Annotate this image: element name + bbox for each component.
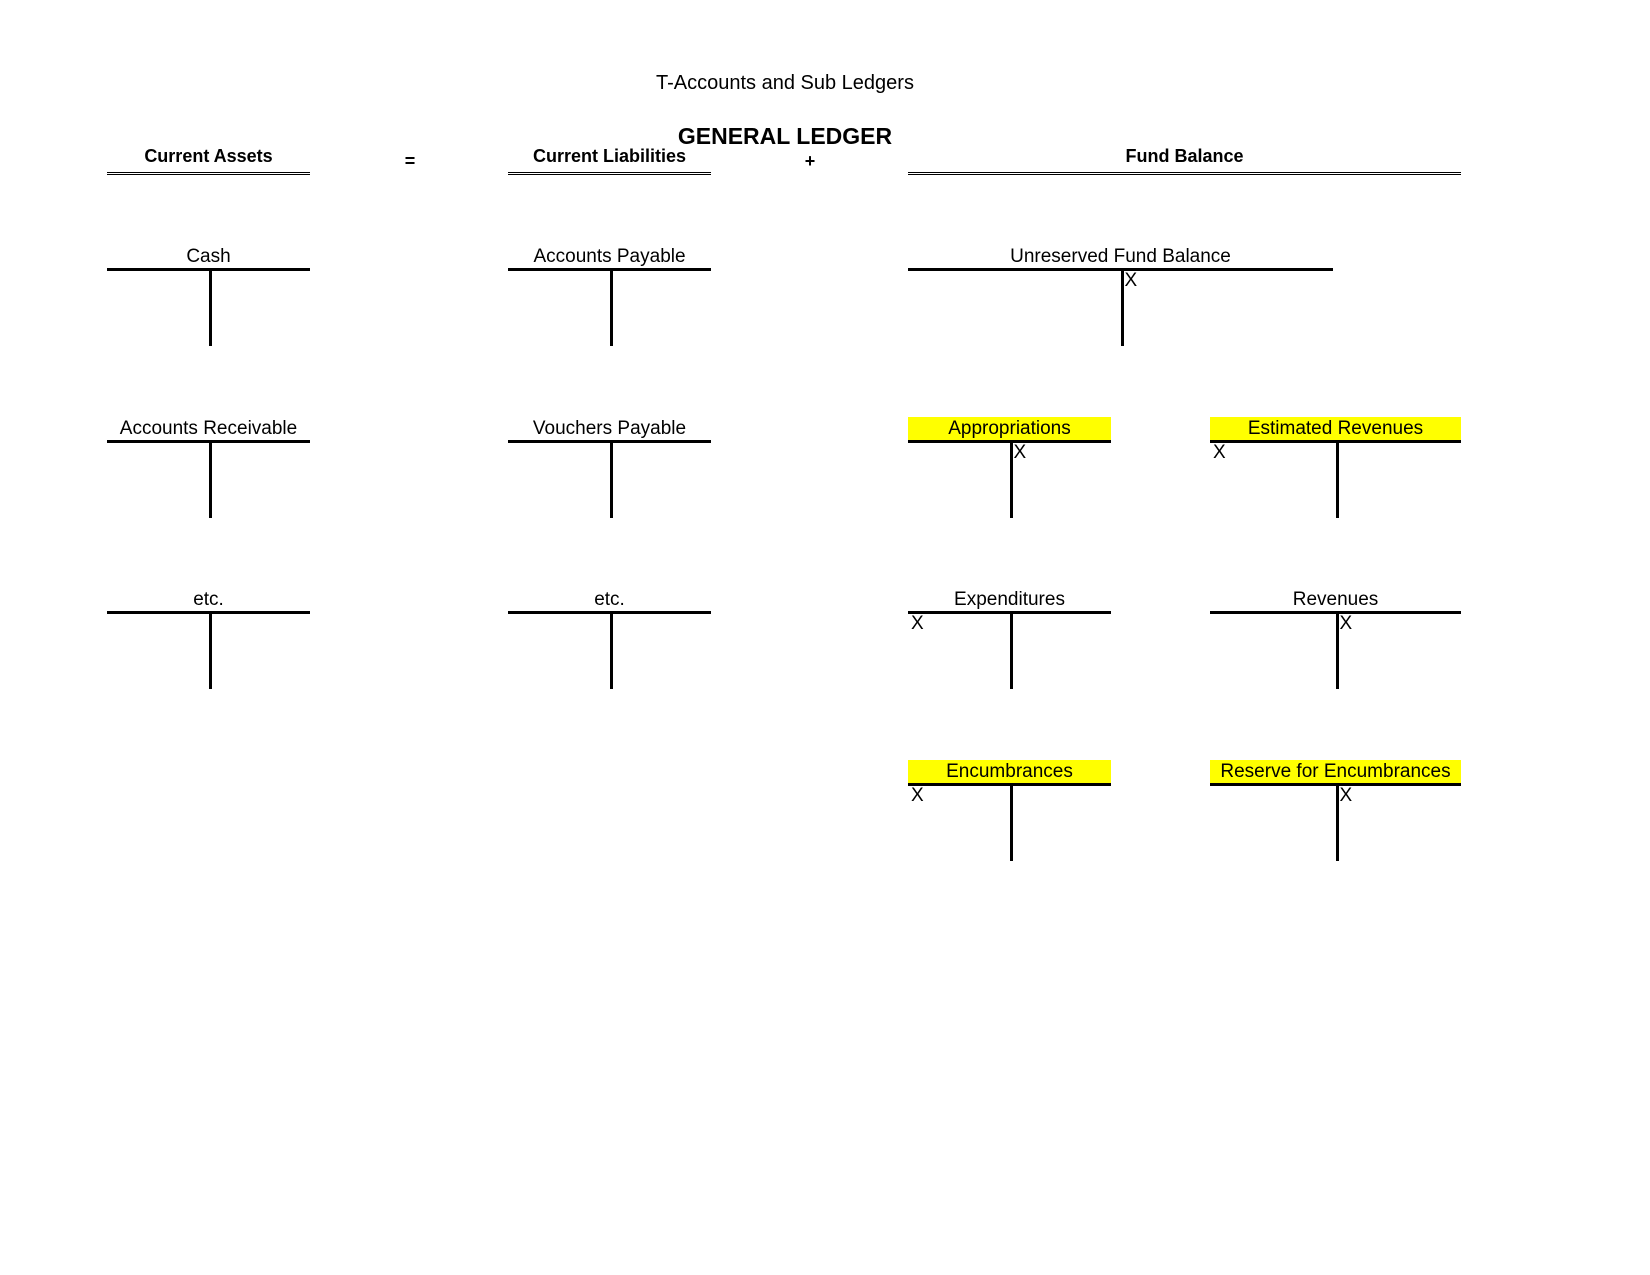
t-account-label: Unreserved Fund Balance [1010,246,1231,267]
t-account-label: etc. [594,589,625,610]
t-account-entry-debit: X [911,613,924,634]
t-account-entry-credit: X [1339,785,1353,806]
t-account-vertical-rule [1120,268,1124,346]
t-account-entry-credit: X [1124,270,1138,291]
t-account-entry-debit: X [1213,442,1226,463]
t-account: Vouchers Payable [508,418,711,518]
t-account-label: Appropriations [908,417,1111,440]
t-account: Unreserved Fund Balance X [908,246,1333,346]
t-account: Revenues X [1210,589,1461,689]
t-account-vertical-rule [1335,440,1339,518]
t-account-vertical-rule [208,611,212,689]
t-account-vertical-rule [1009,783,1013,861]
column-header-fund-balance: Fund Balance [908,145,1461,175]
t-account-label: Revenues [1292,589,1379,610]
t-account: etc. [508,589,711,689]
operator-equals: = [404,151,416,171]
diagram-canvas: T-Accounts and Sub Ledgers GENERAL LEDGE… [0,0,1650,1275]
t-account-label: Accounts Payable [533,246,686,267]
t-account-label: etc. [193,589,224,610]
t-account-label: Reserve for Encumbrances [1210,760,1461,783]
t-account-vertical-rule [1009,611,1013,689]
t-account: Accounts Payable [508,246,711,346]
t-account-label: Encumbrances [908,760,1111,783]
t-account-entry-credit: X [1339,613,1353,634]
t-account-label: Cash [186,246,231,267]
t-account-vertical-rule [208,268,212,346]
t-account-vertical-rule [1009,440,1013,518]
t-account-vertical-rule [1335,611,1339,689]
column-header-current-liabilities: Current Liabilities [508,145,711,175]
column-header-current-assets: Current Assets [107,145,310,175]
operator-plus: + [804,151,816,171]
t-account: Accounts Receivable [107,418,310,518]
t-account: Expenditures X [908,589,1111,689]
page-title: T-Accounts and Sub Ledgers [656,72,914,94]
t-account-vertical-rule [208,440,212,518]
t-account-entry-debit: X [911,785,924,806]
t-account: Estimated Revenues X [1210,417,1461,518]
t-account-vertical-rule [1335,783,1339,861]
t-account-entry-credit: X [1013,442,1027,463]
t-account: etc. [107,589,310,689]
t-account: Reserve for Encumbrances X [1210,760,1461,861]
t-account-vertical-rule [609,611,613,689]
t-account-label: Expenditures [954,589,1065,610]
t-account-label: Estimated Revenues [1210,417,1461,440]
t-account-vertical-rule [609,440,613,518]
t-account-label: Vouchers Payable [532,418,687,439]
t-account: Encumbrances X [908,760,1111,861]
t-account: Appropriations X [908,417,1111,518]
t-account-label: Accounts Receivable [119,418,298,439]
t-account-vertical-rule [609,268,613,346]
t-account: Cash [107,246,310,346]
